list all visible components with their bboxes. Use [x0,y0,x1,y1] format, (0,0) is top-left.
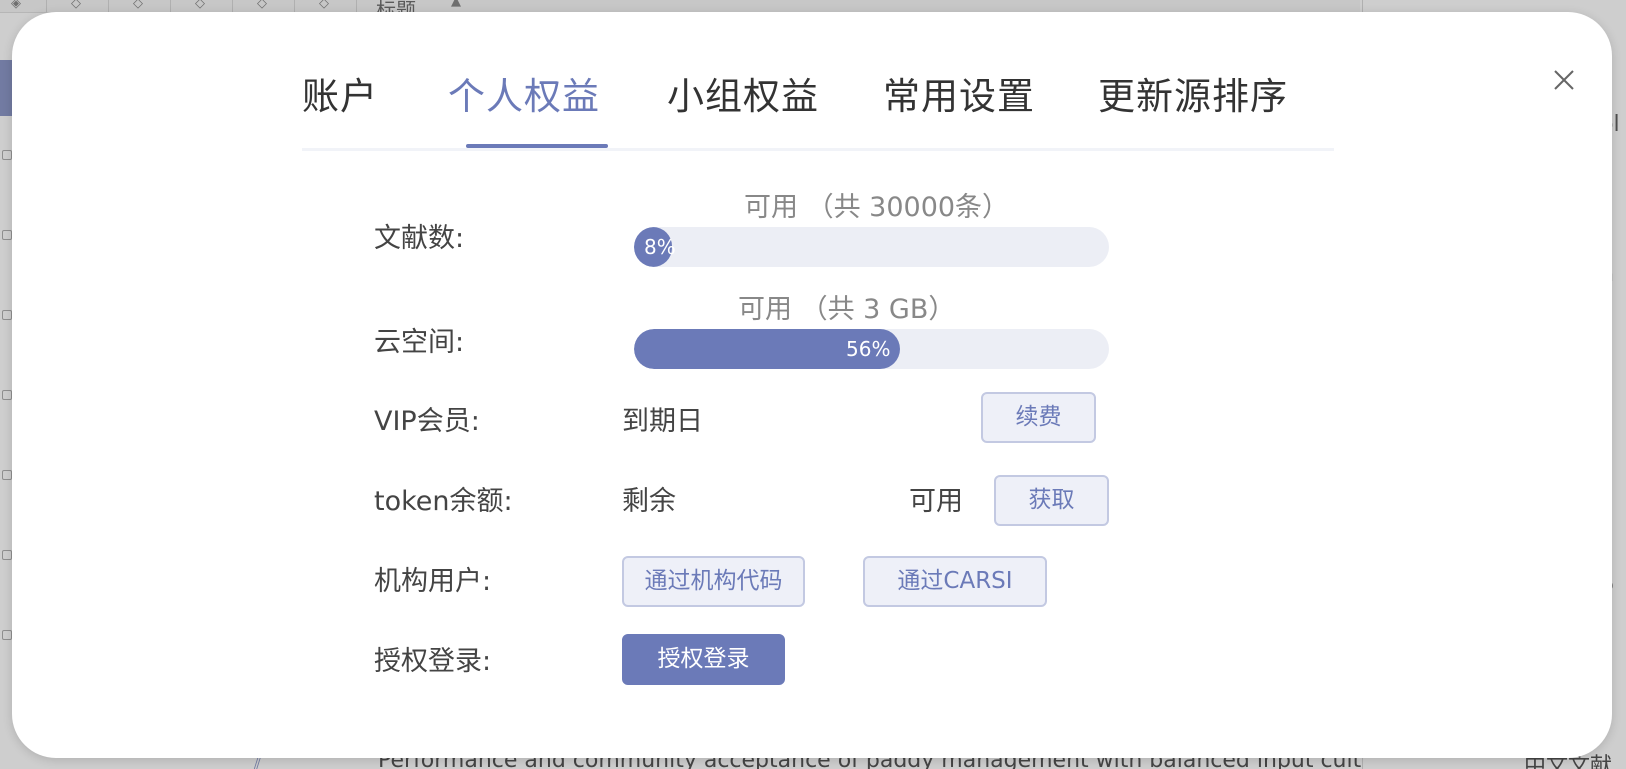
get-token-button[interactable]: 获取 [994,475,1109,526]
toolbar-divider [232,0,233,12]
column-icon: ◇ [319,0,329,11]
toolbar-divider [294,0,295,12]
column-icon: ◇ [71,0,81,11]
cloud-caption: 可用 （共 3 GB） [738,294,956,325]
background-side-tab [0,60,12,116]
cloud-percent: 56% [846,337,891,361]
column-icon: ◇ [195,0,205,11]
tab-bar: 账户 个人权益 小组权益 常用设置 更新源排序 [302,56,1334,151]
background-row-marker [2,230,12,240]
cloud-progress-bar: 56% [634,329,1109,369]
token-remaining-label: 剩余 [622,486,676,517]
token-label: token余额: [374,486,513,517]
vip-expiry-label: 到期日 [622,406,703,437]
documents-label: 文献数: [374,223,465,254]
sort-up-icon: ▲ [451,0,461,9]
tab-source-order[interactable]: 更新源排序 [1098,66,1288,120]
carsi-button[interactable]: 通过CARSI [863,556,1047,607]
column-icon: ◇ [133,0,143,11]
toolbar-divider [108,0,109,12]
background-row-marker [2,550,12,560]
documents-percent: 8% [644,235,676,259]
background-row-marker [2,150,12,160]
institution-code-button[interactable]: 通过机构代码 [622,556,805,607]
active-tab-indicator [466,144,608,148]
tab-account[interactable]: 账户 [302,66,378,120]
tab-common-settings[interactable]: 常用设置 [883,66,1035,120]
documents-progress-bar: 8% [634,227,1109,267]
layers-icon: ◈ [11,0,21,11]
documents-caption: 可用 （共 30000条） [744,192,1010,223]
renew-button[interactable]: 续费 [981,392,1096,443]
toolbar-divider [170,0,171,12]
auth-login-label: 授权登录: [374,646,492,677]
settings-modal: 账户 个人权益 小组权益 常用设置 更新源排序 文献数: 可用 （共 30000… [12,12,1612,758]
auth-login-button[interactable]: 授权登录 [622,634,785,685]
page: ◈ ◇ ◇ ◇ ◇ ◇ 标题 ▲ ol s n ， 6 ⫽ Performa [0,0,1626,769]
background-row-marker [2,310,12,320]
close-icon [1554,70,1574,90]
column-icon: ◇ [257,0,267,11]
toolbar-divider [46,0,47,12]
institution-label: 机构用户: [374,566,492,597]
tab-group-rights[interactable]: 小组权益 [667,66,819,120]
background-row-marker [2,470,12,480]
close-button[interactable] [1550,66,1578,94]
vip-label: VIP会员: [374,406,480,437]
cloud-label: 云空间: [374,327,465,358]
background-row-marker [2,630,12,640]
background-row-marker [2,390,12,400]
token-available-label: 可用 [909,486,963,517]
tab-personal-rights[interactable]: 个人权益 [448,66,600,120]
toolbar-divider [356,0,357,12]
